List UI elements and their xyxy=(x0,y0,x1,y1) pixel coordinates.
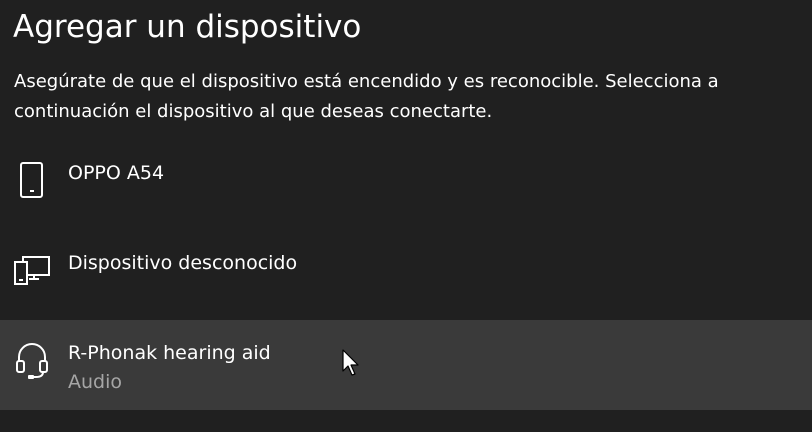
device-type: Audio xyxy=(68,371,123,393)
mouse-cursor-icon xyxy=(342,349,362,379)
device-name: OPPO A54 xyxy=(68,162,165,184)
dialog-description: Asegúrate de que el dispositivo está enc… xyxy=(14,71,719,122)
device-item-dispositivo-desconocido[interactable]: Dispositivo desconocido xyxy=(0,230,812,320)
device-item-r-phonak-hearing-aid[interactable]: R-Phonak hearing aid Audio xyxy=(0,320,812,410)
headset-icon xyxy=(14,340,50,380)
dialog-title: Agregar un dispositivo xyxy=(13,9,362,45)
device-item-oppo-a54[interactable]: OPPO A54 xyxy=(0,140,812,230)
device-name: Dispositivo desconocido xyxy=(68,252,298,274)
device-name: R-Phonak hearing aid xyxy=(68,342,271,364)
phone-icon xyxy=(14,160,50,200)
devices-icon xyxy=(14,252,50,292)
